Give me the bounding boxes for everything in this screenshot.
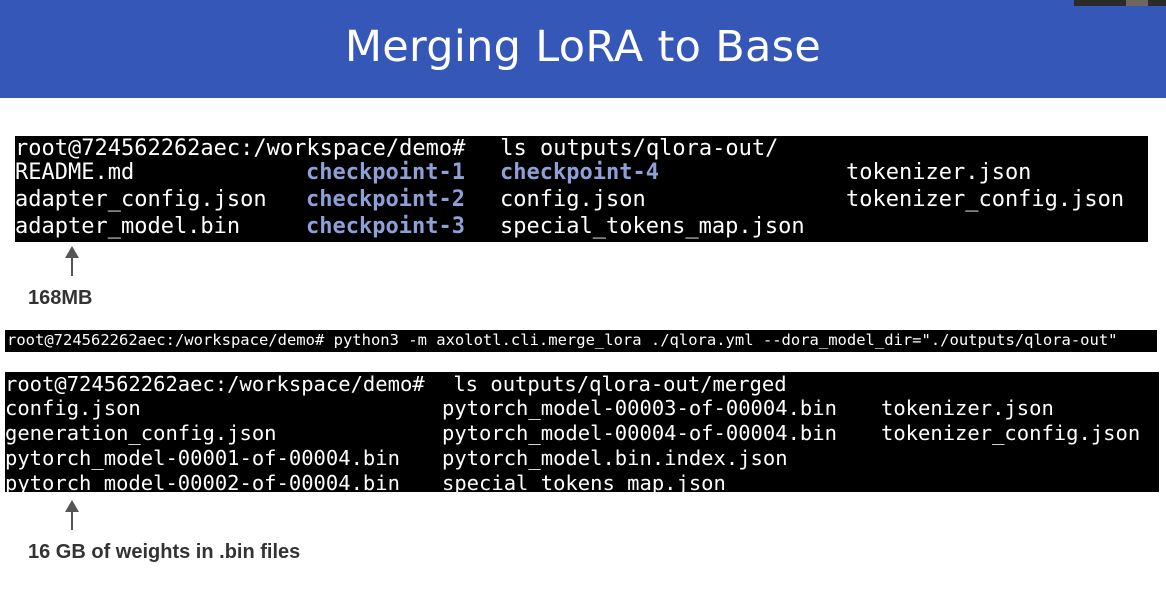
terminal-prompt-line: root@724562262aec:/workspace/demo# ls ou… <box>15 136 778 163</box>
dir-entry: checkpoint-3 <box>306 214 465 239</box>
file-entry: pytorch_model-00001-of-00004.bin <box>5 446 400 470</box>
up-arrow-icon <box>65 246 79 276</box>
file-entry: tokenizer_config.json <box>881 421 1141 445</box>
shell-prompt: root@724562262aec:/workspace/demo# <box>5 372 425 396</box>
file-entry: tokenizer_config.json <box>846 187 1125 212</box>
terminal-prompt-line: root@724562262aec:/workspace/demo# ls ou… <box>5 372 787 397</box>
merge-command: root@724562262aec:/workspace/demo# pytho… <box>7 331 1118 349</box>
file-entry: special_tokens_map.json <box>442 471 726 495</box>
speaker-avatar <box>1126 0 1148 6</box>
file-entry: pytorch_model-00004-of-00004.bin <box>442 421 837 445</box>
dir-entry: checkpoint-4 <box>500 160 659 185</box>
file-entry: adapter_model.bin <box>15 214 241 239</box>
listing-row: README.md checkpoint-1 checkpoint-4 toke… <box>15 160 1031 187</box>
dir-entry: checkpoint-2 <box>306 187 465 212</box>
listing-row: pytorch_model-00002-of-00004.bin special… <box>5 471 726 496</box>
listing-row: adapter_model.bin checkpoint-3 special_t… <box>15 214 805 241</box>
listing-row: pytorch_model-00001-of-00004.bin pytorch… <box>5 446 788 471</box>
shell-command: ls outputs/qlora-out/merged <box>441 372 787 396</box>
shell-prompt: root@724562262aec:/workspace/demo# <box>15 136 466 161</box>
video-thumbnail <box>1074 0 1166 6</box>
dir-entry: checkpoint-1 <box>306 160 465 185</box>
file-entry: README.md <box>15 160 135 185</box>
file-entry: adapter_config.json <box>15 187 267 212</box>
file-entry: tokenizer.json <box>881 396 1054 420</box>
terminal-ls-qlora-out: root@724562262aec:/workspace/demo# ls ou… <box>15 136 1148 242</box>
file-entry: config.json <box>5 396 141 420</box>
up-arrow-icon <box>65 500 79 530</box>
listing-row: config.json pytorch_model-00003-of-00004… <box>5 396 1054 421</box>
listing-row: generation_config.json pytorch_model-000… <box>5 421 1140 446</box>
file-entry: pytorch_model.bin.index.json <box>442 446 788 470</box>
file-entry: special_tokens_map.json <box>500 214 805 239</box>
file-entry: pytorch_model-00003-of-00004.bin <box>442 396 837 420</box>
listing-row: adapter_config.json checkpoint-2 config.… <box>15 187 1124 214</box>
file-entry: tokenizer.json <box>846 160 1032 185</box>
terminal-ls-merged: root@724562262aec:/workspace/demo# ls ou… <box>5 372 1159 495</box>
adapter-size-note: 168MB <box>28 287 93 309</box>
weights-size-note: 16 GB of weights in .bin files <box>28 541 301 563</box>
file-entry: config.json <box>500 187 646 212</box>
terminal-command-line: root@724562262aec:/workspace/demo# pytho… <box>7 331 1117 357</box>
slide-title: Merging LoRA to Base <box>344 22 822 72</box>
slide-header: Merging LoRA to Base <box>0 0 1166 98</box>
terminal-merge-command: root@724562262aec:/workspace/demo# pytho… <box>5 330 1157 352</box>
shell-command: ls outputs/qlora-out/ <box>487 136 779 161</box>
file-entry: pytorch_model-00002-of-00004.bin <box>5 471 400 495</box>
file-entry: generation_config.json <box>5 421 277 445</box>
